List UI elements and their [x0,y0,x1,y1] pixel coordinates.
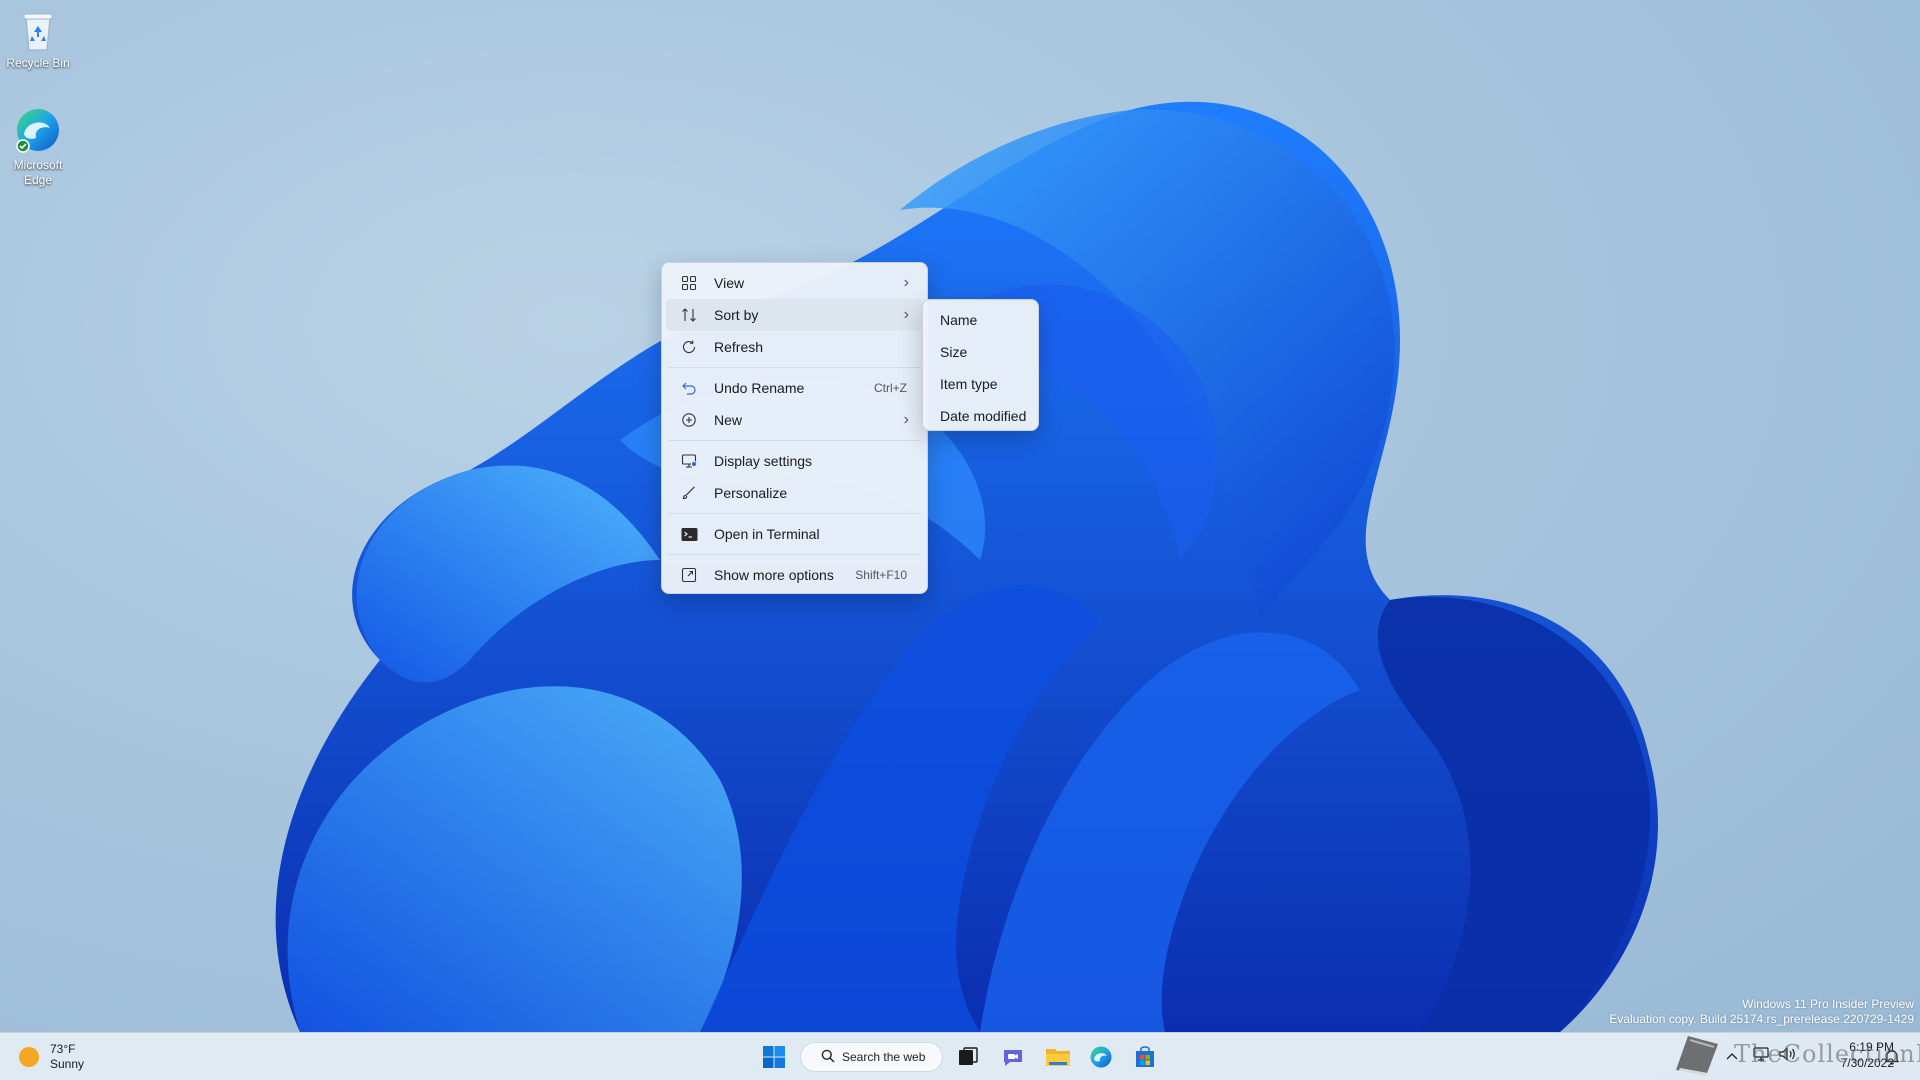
menu-item-label: Personalize [714,485,788,501]
task-view-icon [959,1047,978,1065]
menu-item-undo-rename[interactable]: Undo Rename Ctrl+Z [666,372,923,404]
evaluation-watermark: Windows 11 Pro Insider Preview Evaluatio… [1609,997,1914,1027]
menu-item-shortcut: Shift+F10 [855,568,907,582]
menu-separator [668,513,921,514]
menu-item-label: Open in Terminal [714,526,820,542]
menu-item-label: Refresh [714,339,764,355]
weather-desc: Sunny [50,1057,85,1071]
recycle-bin-icon [23,13,53,51]
submenu-item-label: Item type [940,376,998,392]
sort-by-submenu: Name Size Item type Date modified [922,299,1039,431]
task-view-button[interactable] [950,1041,986,1073]
plus-circle-icon [678,411,700,429]
menu-item-refresh[interactable]: Refresh [666,331,923,363]
edge-icon [1090,1046,1112,1068]
store-icon [1136,1046,1154,1067]
menu-item-label: New [714,412,743,428]
submenu-item-item-type[interactable]: Item type [927,368,1034,400]
desktop-context-menu: View › Sort by › Refresh Undo Rename Ctr… [661,262,928,594]
submenu-item-name[interactable]: Name [927,304,1034,336]
chat-button[interactable] [995,1041,1031,1073]
book-icon [1676,1036,1718,1077]
watermark-line-1: Windows 11 Pro Insider Preview [1742,997,1914,1011]
weather-widget[interactable]: 73°F Sunny [18,1042,84,1072]
menu-separator [668,554,921,555]
edge-icon [16,109,59,153]
menu-item-new[interactable]: New › [666,404,923,436]
watermark-line-2: Evaluation copy. Build 25174.rs_prerelea… [1609,1012,1914,1026]
menu-item-view[interactable]: View › [666,267,923,299]
menu-item-shortcut: Ctrl+Z [874,381,907,395]
menu-item-label: View [714,275,745,291]
menu-item-label: Show more options [714,567,834,583]
menu-item-sort-by[interactable]: Sort by › [666,299,923,331]
weather-temp: 73°F [50,1042,76,1056]
submenu-item-size[interactable]: Size [927,336,1034,368]
display-icon [678,452,700,470]
windows-logo-icon [763,1046,785,1068]
menu-item-display-settings[interactable]: Display settings [666,445,923,477]
chevron-right-icon: › [903,411,909,428]
menu-separator [668,440,921,441]
site-logo-text: TheCollectionBook [1734,1040,1920,1068]
file-explorer-button[interactable] [1040,1041,1076,1073]
recycle-bin-label: Recycle Bin [6,56,70,70]
sort-icon [678,306,700,324]
chevron-right-icon: › [903,306,909,323]
chevron-right-icon: › [903,274,909,291]
store-button[interactable] [1127,1041,1163,1073]
menu-item-label: Undo Rename [714,380,805,396]
menu-separator [668,367,921,368]
edge-taskbar-button[interactable] [1083,1041,1119,1073]
brush-icon [678,484,700,502]
taskbar-search[interactable]: Search the web [800,1042,943,1072]
start-button[interactable] [756,1041,792,1073]
menu-item-open-in-terminal[interactable]: Open in Terminal [666,518,923,550]
submenu-item-date-modified[interactable]: Date modified [927,400,1034,432]
search-label: Search the web [842,1050,926,1064]
expand-icon [678,566,700,584]
desktop-icon-microsoft-edge[interactable]: Microsoft Edge [0,106,76,188]
refresh-icon [678,338,700,356]
grid-icon [678,274,700,292]
desktop[interactable]: Recycle Bin Microsoft Edge View › Sort b… [0,0,1920,1080]
submenu-item-label: Size [940,344,968,360]
undo-icon [678,379,700,397]
search-icon [821,1049,835,1066]
wallpaper-bloom [275,101,1658,1032]
sun-icon [19,1047,39,1067]
submenu-item-label: Name [940,312,978,328]
menu-item-show-more-options[interactable]: Show more options Shift+F10 [666,559,923,591]
taskbar: 73°F Sunny Search the web 6:19 PM 7/30/2… [0,1032,1920,1080]
submenu-item-label: Date modified [940,408,1027,424]
terminal-icon [678,525,700,543]
menu-item-personalize[interactable]: Personalize [666,477,923,509]
folder-icon [1046,1049,1070,1066]
edge-label: Microsoft Edge [13,158,63,187]
menu-item-label: Sort by [714,307,759,323]
site-logo: TheCollectionBook [1666,1030,1920,1078]
menu-item-label: Display settings [714,453,813,469]
desktop-icon-recycle-bin[interactable]: Recycle Bin [0,8,76,71]
teams-chat-icon [1004,1050,1022,1066]
